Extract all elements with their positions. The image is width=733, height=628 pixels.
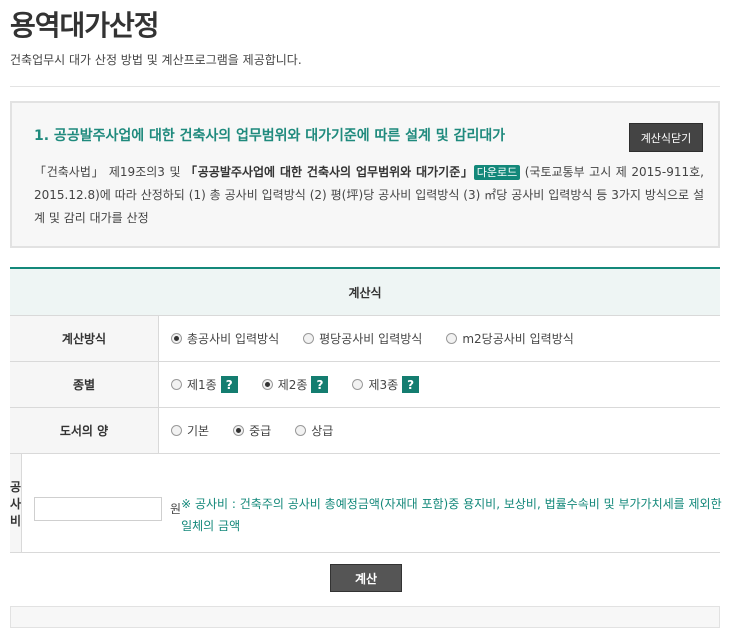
method-option-total[interactable]: 총공사비 입력방식 [171,330,279,347]
info-heading: 1. 공공발주사업에 대한 건축사의 업무범위와 대가기준에 따른 설계 및 감… [34,128,506,144]
calculate-button[interactable]: 계산 [330,564,402,592]
result-box [10,606,720,628]
type-option-3[interactable]: 제3종 ? [352,376,420,393]
close-calculator-button[interactable]: 계산식닫기 [629,123,703,152]
radio-icon[interactable] [171,425,182,436]
quantity-radio-group: 기본 중급 상급 [171,422,357,439]
method-row: 계산방식 총공사비 입력방식 평당공사비 입력방식 m2당공사비 입력방식 [10,316,720,362]
cost-input[interactable] [34,496,163,521]
help-icon[interactable]: ? [311,376,329,393]
quantity-label: 도서의 양 [10,408,159,453]
method-label: 계산방식 [10,316,159,361]
download-link[interactable]: 다운로드 [473,165,521,180]
info-text-part1: 「건축사법」 제19조의3 및 [34,165,186,179]
help-icon[interactable]: ? [402,376,420,393]
type-radio-group: 제1종 ? 제2종 ? 제3종 ? [171,376,443,393]
method-option-per-pyeong[interactable]: 평당공사비 입력방식 [303,330,422,347]
page-subtitle: 건축업무시 대가 산정 방법 및 계산프로그램을 제공합니다. [10,53,302,67]
calculator-table: 계산식 계산방식 총공사비 입력방식 평당공사비 입력방식 m2당공사비 입력방… [10,267,722,553]
info-text-bold: 「공공발주사업에 대한 건축사의 업무범위와 대가기준」 [185,165,474,179]
quantity-option-mid[interactable]: 중급 [233,422,271,439]
radio-icon[interactable] [303,333,315,344]
radio-icon[interactable] [352,379,364,390]
type-option-1[interactable]: 제1종 ? [171,376,238,393]
cost-label: 공사비 [10,454,23,552]
method-option-per-m2[interactable]: m2당공사비 입력방식 [446,330,574,347]
info-box: 1. 공공발주사업에 대한 건축사의 업무범위와 대가기준에 따른 설계 및 감… [10,101,720,248]
radio-icon[interactable] [171,379,182,390]
quantity-option-high[interactable]: 상급 [295,422,333,439]
type-option-2[interactable]: 제2종 ? [261,376,329,393]
help-icon[interactable]: ? [220,376,238,393]
radio-selected-icon[interactable] [233,425,245,436]
cost-row: 공사비 원 ※ 공사비 : 건축주의 공사비 총예정금액(자재대 포함)중 용지… [10,454,722,553]
radio-icon[interactable] [295,425,307,436]
type-row: 종별 제1종 ? 제2종 ? 제3종 ? [10,362,720,408]
calculator-header: 계산식 [10,269,720,316]
radio-selected-icon[interactable] [171,333,182,344]
cost-unit: 원 [170,502,182,516]
title-divider [10,86,720,87]
radio-icon[interactable] [446,333,458,344]
quantity-option-basic[interactable]: 기본 [171,422,209,439]
quantity-row: 도서의 양 기본 중급 상급 [10,408,720,454]
type-label: 종별 [10,362,159,407]
method-radio-group: 총공사비 입력방식 평당공사비 입력방식 m2당공사비 입력방식 [171,330,598,347]
radio-selected-icon[interactable] [261,379,273,390]
cost-note: ※ 공사비 : 건축주의 공사비 총예정금액(자재대 포함)중 용지비, 보상비… [181,496,722,533]
info-description: 「건축사법」 제19조의3 및 「공공발주사업에 대한 건축사의 업무범위와 대… [34,161,704,230]
page-title: 용역대가산정 [10,9,160,42]
